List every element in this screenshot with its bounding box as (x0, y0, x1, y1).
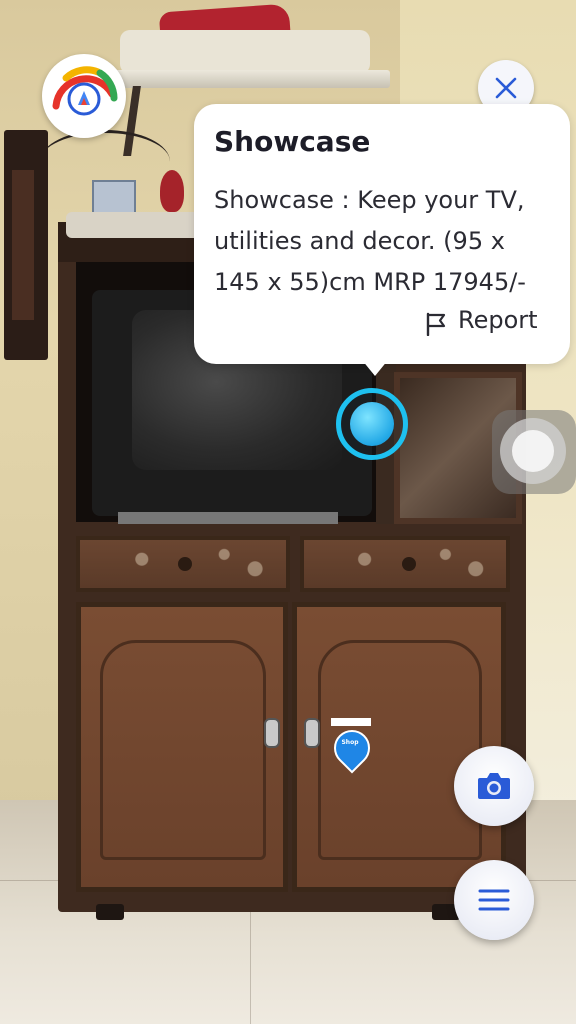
cabinet-foot (96, 904, 124, 920)
card-pointer (362, 360, 388, 376)
assistive-touch-dot (512, 430, 554, 472)
hamburger-menu-icon (478, 889, 510, 911)
report-label: Report (458, 306, 538, 334)
wall-frame-inner (12, 170, 34, 320)
camera-icon (478, 773, 510, 799)
ar-map-pin-label: Shop (341, 739, 359, 746)
door-handle (264, 718, 280, 748)
flag-icon (426, 312, 446, 336)
menu-button[interactable] (454, 860, 534, 940)
gauge-icon (52, 66, 118, 116)
door-handle (304, 718, 320, 748)
shelf-bag (120, 30, 370, 74)
close-icon (495, 77, 517, 99)
pin-tag (331, 718, 371, 726)
door-panel-left (100, 640, 266, 860)
drawer-knob (178, 557, 192, 571)
bird-figurine (160, 170, 184, 212)
gauge-button[interactable] (42, 54, 126, 138)
ar-hotspot-dot (350, 402, 394, 446)
tv-base (118, 512, 338, 524)
wall-shelf (110, 70, 390, 88)
drawer-knob (402, 557, 416, 571)
camera-button[interactable] (454, 746, 534, 826)
card-title: Showcase (214, 125, 371, 158)
card-description: Showcase : Keep your TV, utilities and d… (214, 186, 526, 296)
small-box (92, 180, 136, 214)
